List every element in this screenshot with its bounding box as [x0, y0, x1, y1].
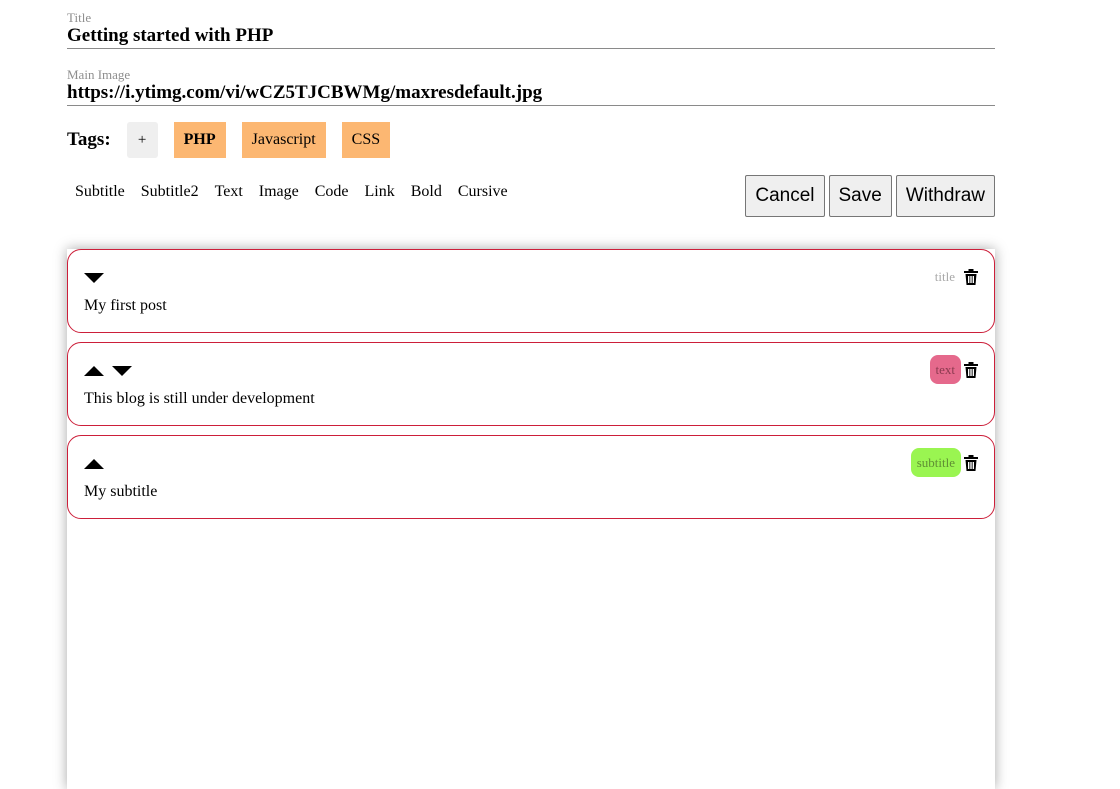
content-block: My first post title	[67, 249, 995, 333]
content-block: This blog is still under development tex…	[67, 342, 995, 426]
toolbar-code[interactable]: Code	[307, 182, 357, 202]
block-content[interactable]: This blog is still under development	[84, 390, 315, 408]
caret-up-icon[interactable]	[84, 366, 104, 376]
toolbar-subtitle[interactable]: Subtitle	[67, 182, 133, 202]
block-meta: text	[929, 355, 978, 384]
blocks-editor: My first post title This blog is still u…	[67, 249, 995, 789]
toolbar-bold[interactable]: Bold	[403, 182, 450, 202]
cancel-button[interactable]: Cancel	[745, 175, 825, 217]
block-move-controls	[84, 459, 104, 469]
caret-down-icon[interactable]	[112, 366, 132, 376]
toolbar-image[interactable]: Image	[251, 182, 307, 202]
title-field[interactable]: Title Getting started with PHP	[67, 11, 995, 49]
block-move-controls	[84, 273, 104, 283]
caret-up-icon[interactable]	[84, 459, 104, 469]
tags-row: Tags: + PHP Javascript CSS	[67, 122, 406, 158]
block-toolbar: Subtitle Subtitle2 Text Image Code Link …	[67, 182, 516, 202]
save-button[interactable]: Save	[828, 175, 892, 217]
main-image-input[interactable]: https://i.ytimg.com/vi/wCZ5TJCBWMg/maxre…	[67, 82, 995, 105]
post-editor-form: Title Getting started with PHP Main Imag…	[67, 0, 995, 789]
block-content[interactable]: My subtitle	[84, 483, 157, 501]
title-input[interactable]: Getting started with PHP	[67, 25, 995, 48]
tag-php[interactable]: PHP	[173, 122, 226, 158]
main-image-label: Main Image	[67, 67, 131, 82]
block-meta: title	[929, 262, 978, 291]
add-tag-button[interactable]: +	[126, 122, 158, 158]
trash-icon[interactable]	[964, 361, 978, 378]
toolbar-link[interactable]: Link	[357, 182, 403, 202]
tags-label: Tags:	[67, 129, 111, 150]
tag-javascript[interactable]: Javascript	[241, 122, 326, 158]
trash-icon[interactable]	[964, 268, 978, 285]
block-type-badge: title	[934, 268, 955, 284]
form-actions: Cancel Save Withdraw	[741, 175, 995, 217]
toolbar-subtitle2[interactable]: Subtitle2	[133, 182, 207, 202]
toolbar-cursive[interactable]: Cursive	[450, 182, 516, 202]
toolbar-text[interactable]: Text	[207, 182, 251, 202]
main-image-field[interactable]: Main Image https://i.ytimg.com/vi/wCZ5TJ…	[67, 68, 995, 106]
withdraw-button[interactable]: Withdraw	[895, 175, 995, 217]
trash-icon[interactable]	[964, 454, 978, 471]
block-move-controls	[84, 366, 132, 376]
block-type-badge: subtitle	[910, 448, 961, 477]
block-meta: subtitle	[910, 448, 978, 477]
title-label: Title	[67, 10, 92, 25]
block-type-badge: text	[929, 355, 961, 384]
tag-css[interactable]: CSS	[341, 122, 391, 158]
caret-down-icon[interactable]	[84, 273, 104, 283]
content-block: My subtitle subtitle	[67, 435, 995, 519]
block-content[interactable]: My first post	[84, 297, 167, 315]
